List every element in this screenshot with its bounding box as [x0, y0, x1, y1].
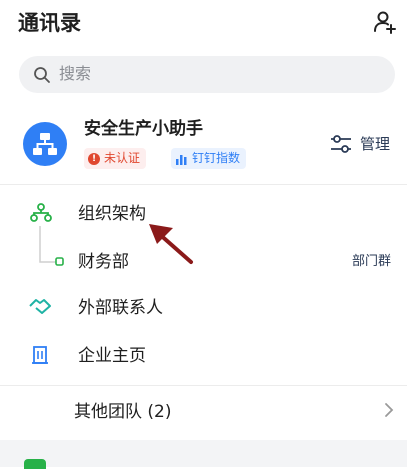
finance-dept-item[interactable]: 财务部 [78, 250, 129, 274]
add-contact-icon[interactable] [373, 10, 397, 34]
dingtalk-index-badge[interactable]: 钉钉指数 [171, 148, 247, 169]
building-icon [32, 346, 48, 364]
bar-chart-icon [176, 154, 187, 165]
warning-icon: ! [88, 152, 100, 165]
other-teams-item[interactable]: 其他团队 (2) [74, 400, 171, 424]
section-gap [0, 440, 407, 467]
annotation-arrow-icon [149, 224, 193, 264]
unverified-label: 未认证 [104, 151, 141, 165]
settings-sliders-icon [331, 134, 351, 153]
dept-group-tag[interactable]: 部门群 [352, 252, 391, 272]
next-item-icon [24, 459, 46, 469]
divider [0, 184, 407, 185]
tree-connector [39, 226, 64, 266]
chevron-right-icon[interactable] [384, 402, 394, 418]
manage-label: 管理 [360, 135, 391, 153]
manage-button[interactable]: 管理 [330, 133, 390, 154]
dingtalk-index-label: 钉钉指数 [192, 151, 241, 165]
page-title: 通讯录 [18, 11, 81, 35]
handshake-icon [29, 299, 51, 314]
search-icon [34, 67, 50, 83]
org-chart-icon [33, 133, 57, 155]
search-bar[interactable]: 搜索 [19, 56, 395, 93]
company-page-item[interactable]: 企业主页 [78, 344, 146, 368]
org-avatar[interactable] [23, 122, 67, 166]
search-placeholder: 搜索 [59, 64, 92, 83]
org-structure-icon [30, 203, 52, 222]
org-name[interactable]: 安全生产小助手 [84, 117, 203, 141]
divider [0, 385, 407, 386]
org-structure-item[interactable]: 组织架构 [78, 202, 146, 226]
external-contacts-item[interactable]: 外部联系人 [78, 296, 163, 320]
unverified-badge[interactable]: ! 未认证 [84, 148, 147, 169]
